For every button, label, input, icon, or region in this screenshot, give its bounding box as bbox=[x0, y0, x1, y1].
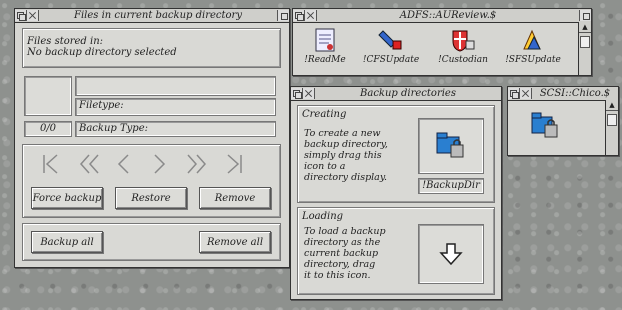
vertical-scrollbar[interactable]: ▲ bbox=[578, 22, 591, 75]
filename-field bbox=[75, 76, 276, 96]
scsi-window: SCSI::Chico.$ ▲ bbox=[507, 86, 619, 156]
sfsupdate-label: !SFSUpdate bbox=[505, 55, 561, 65]
creating-panel: Creating To create a new backup director… bbox=[297, 105, 495, 203]
window-title: SCSI::Chico.$ bbox=[539, 88, 611, 99]
next-icon[interactable] bbox=[153, 153, 167, 175]
sfsupdate-file[interactable]: !SFSUpdate bbox=[503, 27, 563, 65]
force-backup-button[interactable]: Force backup bbox=[31, 187, 103, 209]
backup-directory-icon[interactable] bbox=[526, 109, 566, 143]
stored-panel: Files stored in: No backup directory sel… bbox=[22, 28, 281, 68]
cfsupdate-file[interactable]: !CFSUpdate bbox=[361, 27, 421, 65]
cfsupdate-icon bbox=[378, 30, 402, 50]
counter-field: 0/0 bbox=[24, 121, 72, 137]
backup-all-button[interactable]: Backup all bbox=[31, 231, 103, 253]
readme-icon bbox=[315, 28, 335, 52]
backup-directories-window: Backup directories Creating To create a … bbox=[290, 86, 502, 300]
toggle-size-icon[interactable] bbox=[579, 10, 591, 21]
adfs-window: ADFS::AUReview.$ !ReadMe !CFSUpdate !Cus… bbox=[292, 8, 592, 76]
bulk-panel: Backup all Remove all bbox=[22, 223, 281, 261]
loading-text: To load a backup directory as the curren… bbox=[304, 226, 386, 281]
loading-heading: Loading bbox=[302, 211, 344, 222]
readme-file[interactable]: !ReadMe bbox=[295, 27, 355, 65]
down-arrow-icon bbox=[439, 243, 463, 266]
backupdir-label-box: !BackupDir bbox=[418, 178, 484, 194]
scroll-thumb[interactable] bbox=[580, 36, 590, 48]
scsi-window-titlebar[interactable]: SCSI::Chico.$ bbox=[508, 87, 618, 101]
creating-text: To create a new backup directory, simply… bbox=[304, 128, 388, 183]
last-icon[interactable] bbox=[226, 153, 244, 175]
vertical-scrollbar[interactable]: ▲ bbox=[605, 100, 618, 155]
fast-forward-icon[interactable] bbox=[186, 153, 208, 175]
back-icon[interactable] bbox=[508, 88, 520, 99]
backupdir-label: !BackupDir bbox=[422, 180, 480, 191]
remove-all-button[interactable]: Remove all bbox=[199, 231, 271, 253]
counter-value: 0/0 bbox=[39, 123, 57, 134]
back-icon[interactable] bbox=[15, 10, 27, 21]
window-title: ADFS::AUReview.$ bbox=[399, 10, 497, 21]
files-window: Files in current backup directory Files … bbox=[14, 8, 290, 268]
file-icon-box bbox=[24, 76, 72, 116]
close-icon[interactable] bbox=[305, 10, 317, 21]
filetype-field: Filetype: bbox=[75, 98, 276, 116]
remove-button[interactable]: Remove bbox=[199, 187, 271, 209]
backup-type-label: Backup Type: bbox=[79, 123, 148, 134]
fast-back-icon[interactable] bbox=[78, 153, 100, 175]
creating-heading: Creating bbox=[302, 109, 347, 120]
custodian-label: !Custodian bbox=[438, 55, 488, 65]
first-icon[interactable] bbox=[41, 153, 59, 175]
backup-window-titlebar[interactable]: Backup directories bbox=[291, 87, 501, 101]
restore-button[interactable]: Restore bbox=[115, 187, 187, 209]
adfs-window-titlebar[interactable]: ADFS::AUReview.$ bbox=[293, 9, 591, 23]
stored-label: Files stored in: bbox=[27, 36, 104, 47]
custodian-file[interactable]: !Custodian bbox=[433, 27, 493, 65]
load-drop-target[interactable] bbox=[418, 224, 484, 284]
backupdir-icon-box[interactable] bbox=[418, 118, 484, 174]
backup-type-field: Backup Type: bbox=[75, 121, 276, 137]
sfsupdate-icon bbox=[523, 29, 541, 50]
close-icon[interactable] bbox=[303, 88, 315, 99]
controls-panel: Force backup Restore Remove bbox=[22, 144, 281, 218]
stored-value: No backup directory selected bbox=[27, 47, 177, 58]
toggle-size-icon[interactable] bbox=[277, 10, 289, 21]
window-title: Backup directories bbox=[360, 88, 456, 99]
close-icon[interactable] bbox=[27, 10, 39, 21]
loading-panel: Loading To load a backup directory as th… bbox=[297, 207, 495, 295]
filetype-label: Filetype: bbox=[79, 100, 124, 111]
window-title: Files in current backup directory bbox=[74, 10, 242, 21]
close-icon[interactable] bbox=[520, 88, 532, 99]
backup-directory-icon bbox=[436, 132, 464, 158]
custodian-icon bbox=[452, 30, 475, 52]
scroll-up-icon[interactable]: ▲ bbox=[606, 100, 618, 111]
readme-label: !ReadMe bbox=[304, 55, 346, 65]
back-icon[interactable] bbox=[291, 88, 303, 99]
cfsupdate-label: !CFSUpdate bbox=[362, 55, 420, 65]
back-icon[interactable] bbox=[293, 10, 305, 21]
files-window-titlebar[interactable]: Files in current backup directory bbox=[15, 9, 289, 23]
scroll-up-icon[interactable]: ▲ bbox=[579, 22, 591, 33]
previous-icon[interactable] bbox=[116, 153, 130, 175]
scroll-thumb[interactable] bbox=[607, 114, 617, 126]
